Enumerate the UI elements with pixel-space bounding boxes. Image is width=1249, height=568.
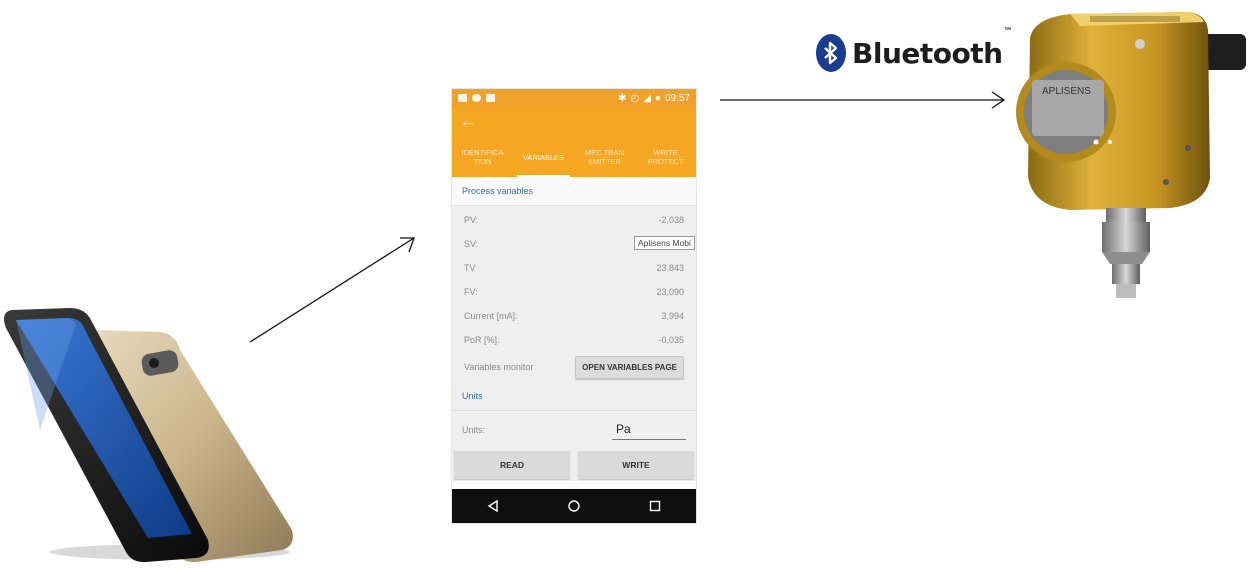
bluetooth-logo: Bluetooth™ bbox=[816, 26, 1013, 72]
fv-row: FV: 23,090 bbox=[452, 280, 696, 304]
fv-value: 23,090 bbox=[656, 287, 684, 297]
app-tooltip: Aplisens Mobi bbox=[634, 236, 695, 250]
tab-identification[interactable]: IDENTIFICA TION bbox=[452, 137, 513, 177]
action-buttons: READ WRITE bbox=[452, 449, 696, 481]
message-notification-icon bbox=[486, 94, 495, 102]
tab-write-protect[interactable]: WRITE PROTECT bbox=[635, 137, 696, 177]
por-row: PoR [%]: -0,035 bbox=[452, 328, 696, 352]
pressure-transmitter-image: APLISENS bbox=[1016, 12, 1246, 298]
units-input[interactable] bbox=[612, 420, 686, 440]
android-nav-bar bbox=[452, 489, 696, 523]
current-value: 3,994 bbox=[661, 311, 684, 321]
status-bar: ✱ ◴ ◢ ● 09:57 bbox=[452, 89, 696, 107]
clock-icon: ● bbox=[654, 92, 661, 104]
tv-value: 23,843 bbox=[656, 263, 684, 273]
smartphones-image bbox=[4, 308, 293, 563]
sv-label: SV: bbox=[464, 239, 479, 249]
read-button[interactable]: READ bbox=[454, 451, 570, 479]
por-label: PoR [%]: bbox=[464, 335, 500, 345]
transmitter-brand-label: APLISENS bbox=[1042, 86, 1091, 97]
tab-variables[interactable]: VARIABLES bbox=[513, 137, 574, 177]
notification-icon bbox=[472, 94, 481, 102]
variables-monitor-row: Variables monitor OPEN VARIABLES PAGE bbox=[452, 352, 696, 382]
open-variables-page-button[interactable]: OPEN VARIABLES PAGE bbox=[575, 355, 684, 379]
fv-label: FV: bbox=[464, 287, 478, 297]
nav-home-icon[interactable] bbox=[559, 491, 589, 521]
units-row: Units: bbox=[452, 411, 696, 449]
back-arrow-icon[interactable]: ← bbox=[460, 114, 476, 130]
signal-icon: ◢ bbox=[643, 92, 651, 104]
bluetooth-wordmark: Bluetooth™ bbox=[852, 26, 1013, 70]
units-heading: Units bbox=[452, 382, 696, 411]
process-variables-list: PV: -2,038 SV: Aplisens Mobi TV 23,843 F… bbox=[452, 206, 696, 382]
app-screen: ✱ ◴ ◢ ● 09:57 ← IDENTIFICA TION VARIABLE… bbox=[452, 89, 696, 523]
bluetooth-icon bbox=[816, 34, 846, 72]
app-toolbar: ← bbox=[452, 107, 696, 137]
pv-label: PV: bbox=[464, 215, 479, 225]
pv-row: PV: -2,038 bbox=[452, 208, 696, 232]
por-value: -0,035 bbox=[658, 335, 684, 345]
nav-recents-icon[interactable] bbox=[640, 491, 670, 521]
alarm-icon: ◴ bbox=[630, 92, 640, 104]
tab-mpc-transmitter[interactable]: MPC TRAN SMITTER bbox=[574, 137, 635, 177]
bluetooth-status-icon: ✱ bbox=[618, 92, 627, 104]
process-variables-heading: Process variables bbox=[452, 177, 696, 206]
nav-back-icon[interactable] bbox=[478, 491, 508, 521]
tv-row: TV 23,843 bbox=[452, 256, 696, 280]
image-notification-icon bbox=[458, 94, 467, 102]
variables-monitor-label: Variables monitor bbox=[464, 362, 534, 372]
tab-bar: IDENTIFICA TION VARIABLES MPC TRAN SMITT… bbox=[452, 137, 696, 177]
units-label: Units: bbox=[462, 425, 486, 435]
tv-label: TV bbox=[464, 263, 476, 273]
current-row: Current [mA]: 3,994 bbox=[452, 304, 696, 328]
status-time: 09:57 bbox=[664, 92, 690, 104]
sv-row: SV: Aplisens Mobi bbox=[452, 232, 696, 256]
pv-value: -2,038 bbox=[658, 215, 684, 225]
write-button[interactable]: WRITE bbox=[578, 451, 694, 479]
current-label: Current [mA]: bbox=[464, 311, 518, 321]
